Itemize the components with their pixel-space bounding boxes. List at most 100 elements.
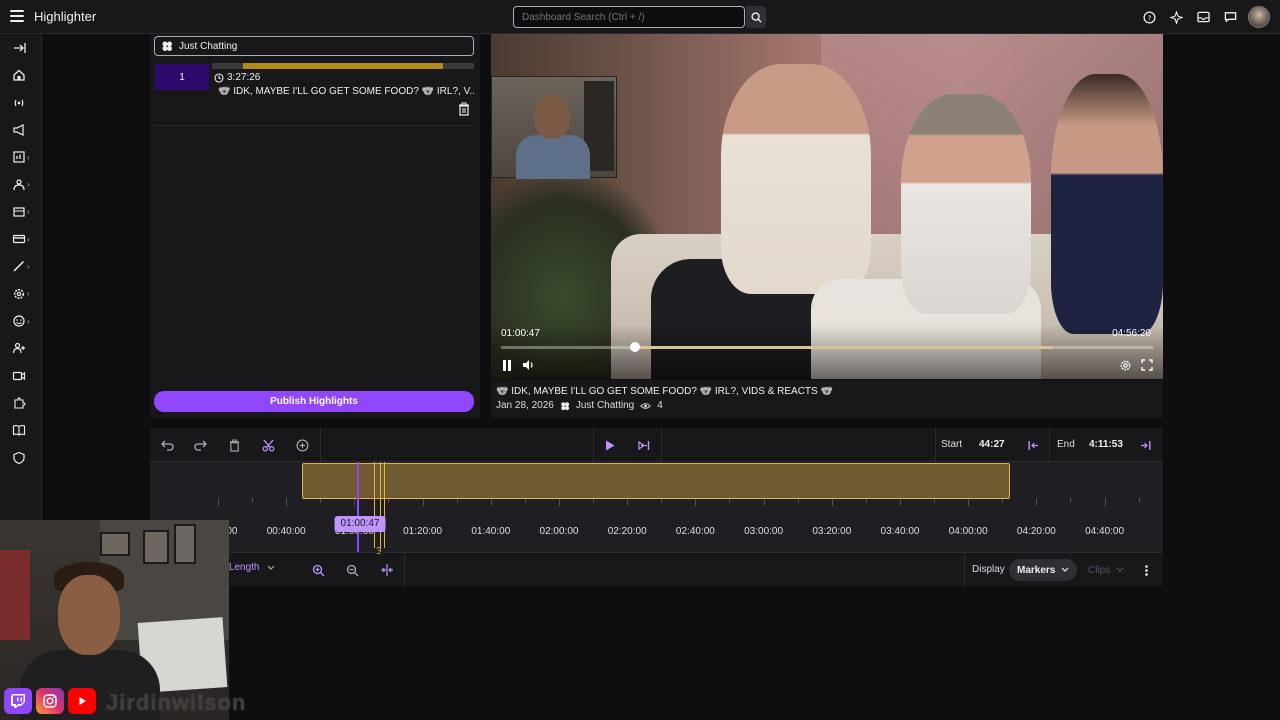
views-icon [640, 402, 651, 409]
set-end-button[interactable] [1137, 437, 1153, 453]
video-player[interactable]: 01:00:47 04:56:20 [491, 34, 1163, 379]
add-user-icon [12, 343, 25, 354]
delete-clip-button[interactable] [226, 437, 242, 453]
sparkle-icon[interactable] [1167, 5, 1185, 29]
start-value[interactable]: 44:27 [979, 439, 1005, 450]
video-date: Jan 28, 2026 [496, 400, 554, 411]
playhead[interactable] [357, 462, 359, 552]
sidebar-item-book[interactable] [12, 421, 36, 439]
sidebar-item-collapse[interactable] [12, 39, 36, 57]
fit-icon [381, 564, 393, 576]
svg-text:?: ? [1147, 13, 1151, 22]
seek-bar[interactable] [501, 342, 1153, 352]
menu-icon[interactable] [10, 10, 24, 22]
sidebar-item-extensions[interactable] [12, 394, 36, 412]
video-icon [12, 371, 26, 380]
ruler-tick-label: 03:40:00 [880, 526, 920, 537]
ruler-minor-tick [1070, 498, 1072, 503]
zoom-out-button[interactable] [344, 562, 360, 578]
app-title: Highlighter [34, 9, 97, 24]
settings-button[interactable] [1118, 358, 1132, 372]
more-options-button[interactable] [1140, 562, 1152, 578]
sidebar-item-monetization[interactable]: › [12, 230, 36, 248]
timeline-ruler: 00:20:0000:40:0001:00:0001:20:0001:40:00… [150, 498, 1163, 552]
fit-to-view-button[interactable] [379, 562, 395, 578]
markers-toggle[interactable]: Markers [1009, 559, 1078, 581]
end-label: End [1057, 439, 1075, 450]
sidebar-item-broadcast[interactable] [12, 94, 36, 112]
ruler-tick-label: 02:40:00 [675, 526, 715, 537]
ruler-tick-label: 00:40:00 [266, 526, 306, 537]
ruler-tick [1104, 498, 1106, 506]
instagram-icon [36, 688, 64, 714]
ruler-tick [695, 498, 697, 506]
end-value[interactable]: 4:11:53 [1089, 439, 1123, 450]
help-icon[interactable]: ? [1140, 5, 1158, 29]
chevron-down-icon [1061, 567, 1069, 572]
set-start-button[interactable] [1026, 437, 1042, 453]
gear-icon [1120, 360, 1130, 370]
add-clip-button[interactable] [294, 437, 310, 453]
fullscreen-button[interactable] [1140, 358, 1154, 372]
highlight-card[interactable]: 1 3:27:26 🐨 IDK, MAYBE I'LL GO GET SOME … [154, 60, 474, 126]
clips-toggle[interactable]: Clips [1080, 559, 1132, 581]
highlight-duration: 3:27:26 [227, 72, 261, 83]
seek-handle[interactable] [629, 342, 640, 352]
split-button[interactable] [260, 437, 276, 453]
sidebar-item-analytics[interactable]: › [12, 148, 36, 166]
home-icon [13, 69, 25, 81]
sidebar-item-emote[interactable]: › [12, 312, 36, 330]
marker-line[interactable] [380, 462, 381, 548]
undo-button[interactable] [159, 437, 175, 453]
seek-bar-range [634, 346, 1054, 349]
monetization-icon [12, 234, 26, 244]
timeline-footer: Full Length Display Markers Clips [150, 552, 1163, 587]
redo-button[interactable] [192, 437, 208, 453]
clips-label: Clips [1088, 564, 1111, 576]
ruler-tick [559, 498, 560, 506]
ruler-tick-label: 04:20:00 [1016, 526, 1056, 537]
chevron-down-icon[interactable] [267, 565, 275, 571]
publish-highlights-button[interactable]: Publish Highlights [154, 391, 474, 412]
avatar[interactable] [1248, 6, 1270, 28]
sidebar-item-settings[interactable]: › [12, 285, 36, 303]
sidebar-item-content[interactable]: › [12, 203, 36, 221]
sidebar-item-megaphone[interactable] [12, 121, 36, 139]
sidebar-item-community[interactable]: › [12, 176, 36, 194]
delete-icon[interactable] [458, 102, 470, 116]
chevron-right-icon: › [27, 289, 30, 299]
trash-icon [229, 439, 239, 452]
zoom-in-button[interactable] [310, 562, 326, 578]
search-button[interactable] [746, 6, 766, 28]
ruler-tick [490, 498, 492, 506]
play-button[interactable] [602, 437, 618, 453]
sidebar-item-add-user[interactable] [12, 339, 36, 357]
ruler-tick [286, 498, 288, 506]
play-to-end-button[interactable] [636, 437, 652, 453]
set-end-icon [1141, 440, 1151, 450]
timeline-clip[interactable] [302, 463, 1010, 499]
highlight-number: 1 [155, 64, 209, 90]
analytics-icon [13, 151, 25, 163]
marker-line[interactable] [384, 462, 385, 548]
playhead-time[interactable]: 01:00:47 [334, 516, 386, 532]
sidebar-item-shield[interactable] [12, 449, 36, 467]
inbox-icon[interactable] [1194, 5, 1212, 29]
marker-line[interactable] [374, 462, 375, 548]
pause-button[interactable] [500, 358, 514, 372]
sidebar-item-video[interactable] [12, 367, 36, 385]
clock-icon [214, 72, 224, 83]
whispers-icon[interactable] [1221, 5, 1239, 29]
chevron-right-icon: › [27, 316, 30, 326]
sidebar-item-customization[interactable]: › [12, 257, 36, 275]
highlights-panel: Just Chatting 1 3:27:26 🐨 IDK, MAYBE I'L… [150, 34, 480, 418]
redo-icon [193, 440, 207, 451]
play-icon [606, 440, 615, 450]
social-handle: Jirdinwilson [106, 690, 247, 715]
category-filter[interactable]: Just Chatting [154, 36, 474, 56]
video-category[interactable]: Just Chatting [576, 400, 634, 411]
search-input[interactable] [513, 6, 745, 28]
volume-button[interactable] [521, 358, 535, 372]
sidebar-item-home[interactable] [12, 66, 36, 84]
video-info: 🐨 IDK, MAYBE I'LL GO GET SOME FOOD? 🐨 IR… [491, 380, 1163, 418]
